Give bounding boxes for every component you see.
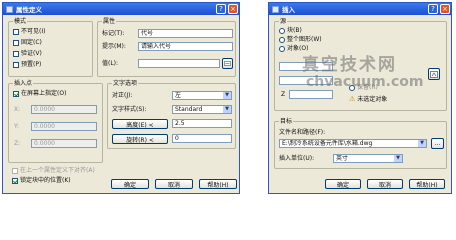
mode-group-label: 模式 [13,18,28,25]
destination-group: 目标 文件名和路径(F): E:\制冷系统设备元件库\水箱.dwg ▼ ... 插… [274,118,447,169]
text-options-label: 文字选项 [112,80,139,87]
file-path-select[interactable]: E:\制冷系统设备元件库\水箱.dwg ▼ [279,139,427,148]
help-icon[interactable]: ? [428,4,438,14]
specify-onscreen-checkbox[interactable]: 在屏幕上指定(O) [13,90,66,97]
radio-circle[interactable] [279,36,285,43]
watermark-title: 真空技术网 [302,55,397,75]
checkbox-box[interactable] [13,50,19,57]
height-input[interactable]: 2.5 [172,119,232,128]
base-point-field[interactable] [289,90,333,99]
attribute-group: 属性 标记(T): 代号 提示(M): 请输入代号 值(L): [97,18,236,77]
checkbox-box[interactable] [13,39,19,46]
title-bar: 插入 [269,3,451,15]
verify-checkbox[interactable]: 验证(V) [13,50,42,57]
justify-label: 对正(J): [112,92,133,99]
chevron-down-icon[interactable]: ▼ [223,92,231,99]
text-style-label: 文字样式(S): [112,106,147,113]
x-input[interactable]: 0.0000 [31,105,97,114]
lock-position-checkbox[interactable]: 锁定块中的位置(K) [12,177,71,184]
insert-units-label: 插入单位(U): [279,155,315,162]
block-radio[interactable]: 块(B) [279,27,302,34]
tag-label: 标记(T): [102,30,125,37]
cancel-button[interactable]: 取消 [367,179,403,189]
ok-button[interactable]: 确定 [111,179,149,189]
dialog-title: 插入 [282,6,295,14]
x-label: X: [14,106,21,113]
tag-input[interactable]: 代号 [138,29,233,38]
watermark-url: chvacuum.com [306,74,424,90]
text-options-group: 文字选项 对正(J): 左 ▼ 文字样式(S): Standard ▼ 高度(E) … [107,80,236,149]
insert-units-select[interactable]: 英寸 ▼ [333,154,403,163]
checkbox-box[interactable] [13,61,19,68]
z-input[interactable]: 0.0000 [31,139,97,148]
insert-dialog: 插入 ? × 源 块(B) 整个图形(W) 对象(O) Z 保留(R) ⚠ 未选定… [268,2,452,194]
radio-circle[interactable] [279,45,285,52]
y-input[interactable]: 0.0000 [31,122,97,131]
help-button[interactable]: 帮助(H) [199,179,237,189]
help-button[interactable]: 帮助(H) [409,179,445,189]
unspecified-objects-status: ⚠ 未选定对象 [349,95,388,104]
ok-button[interactable]: 确定 [325,179,361,189]
cancel-button[interactable]: 取消 [155,179,193,189]
rotation-button[interactable]: 旋转(R) < [112,134,168,144]
app-icon [272,5,279,13]
prompt-label: 提示(M): [102,43,126,50]
rotation-input[interactable]: 0 [172,134,232,143]
insertion-point-group: 插入点 在屏幕上指定(O) X: 0.0000 Y: 0.0000 Z: 0.0… [8,80,103,163]
file-path-label: 文件名和路径(F): [279,129,326,136]
align-below-checkbox[interactable]: 在上一个属性定义下对齐(A) [12,167,95,174]
checkbox-box[interactable] [12,167,18,174]
destination-group-label: 目标 [279,118,294,125]
radio-circle[interactable] [279,27,285,34]
warning-icon: ⚠ [349,95,356,103]
quick-select-icon [430,70,438,78]
attribute-group-label: 属性 [102,18,117,25]
attribute-definition-dialog: 属性定义 ? × 模式 不可见(I) 固定(C) 验证(V) 预置(P) 属性 … [2,2,240,194]
preset-checkbox[interactable]: 预置(P) [13,61,41,68]
close-icon[interactable]: × [440,4,450,14]
app-icon [6,5,13,13]
quick-select-button[interactable] [428,68,440,80]
constant-checkbox[interactable]: 固定(C) [13,39,42,46]
mode-group: 模式 不可见(I) 固定(C) 验证(V) 预置(P) [8,18,93,77]
value-label: 值(L): [102,60,119,67]
justify-select[interactable]: 左 ▼ [172,91,232,100]
invisible-checkbox[interactable]: 不可见(I) [13,28,45,35]
title-bar: 属性定义 [3,3,239,15]
dialog-title: 属性定义 [16,6,42,14]
insert-field-button[interactable] [222,58,233,69]
chevron-down-icon[interactable]: ▼ [223,106,231,113]
prompt-input[interactable]: 请输入代号 [138,42,233,51]
browse-button[interactable]: ... [431,138,444,149]
z-label: Z: [14,140,21,147]
checkbox-box[interactable] [12,177,18,184]
chevron-down-icon[interactable]: ▼ [418,140,426,147]
source-group-label: 源 [279,18,288,25]
z-label: Z [281,91,286,98]
chevron-down-icon[interactable]: ▼ [394,155,402,162]
value-input[interactable] [138,59,220,68]
text-style-select[interactable]: Standard ▼ [172,105,232,114]
field-icon [224,61,231,66]
checkbox-box[interactable] [13,90,19,97]
insertion-point-label: 插入点 [13,80,34,87]
entire-drawing-radio[interactable]: 整个图形(W) [279,36,322,43]
checkbox-box[interactable] [13,28,19,35]
help-icon[interactable]: ? [216,4,226,14]
height-button[interactable]: 高度(E) < [112,119,168,129]
y-label: Y: [14,123,19,130]
close-icon[interactable]: × [228,4,238,14]
